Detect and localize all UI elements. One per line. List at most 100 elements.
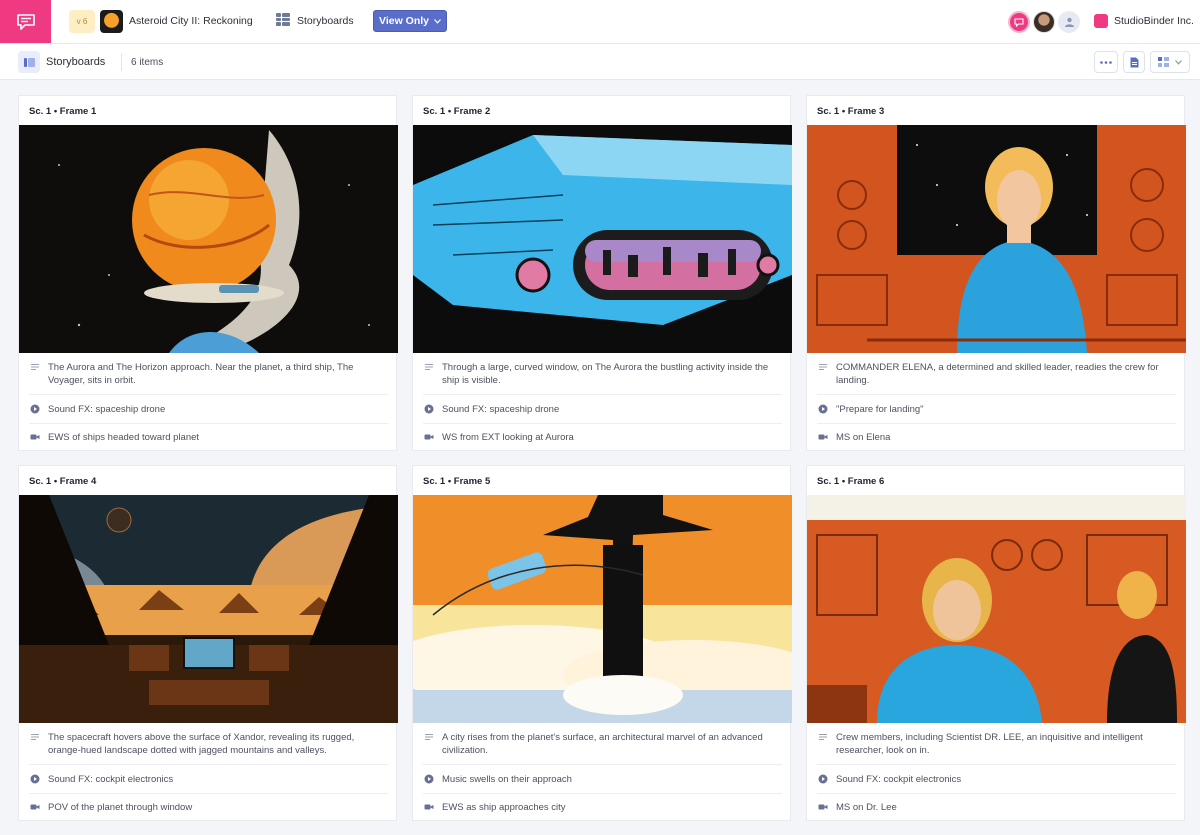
avatar-user[interactable] <box>1033 11 1055 33</box>
camera-icon <box>30 434 40 440</box>
frame-audio: Music swells on their approach <box>442 774 572 785</box>
lines-icon <box>425 734 433 740</box>
frame-audio-row: "Prepare for landing" <box>807 403 1186 416</box>
frame-audio-row: Sound FX: cockpit electronics <box>19 773 398 786</box>
frame-audio: Sound FX: spaceship drone <box>442 404 560 415</box>
divider <box>29 423 388 424</box>
layout-grid-icon <box>1158 57 1169 67</box>
chevron-down-icon <box>434 18 441 24</box>
frame-shot-row: MS on Elena <box>807 431 1186 444</box>
frame-description: A city rises from the planet's surface, … <box>442 732 763 756</box>
frame-audio-row: Sound FX: spaceship drone <box>19 403 398 416</box>
app-logo[interactable] <box>0 0 51 43</box>
frame-shot: MS on Dr. Lee <box>836 802 897 813</box>
frame-description: Crew members, including Scientist DR. LE… <box>836 732 1143 756</box>
divider <box>817 764 1176 765</box>
divider <box>423 394 782 395</box>
avatar-add-user[interactable] <box>1058 11 1080 33</box>
divider <box>817 423 1176 424</box>
lines-icon <box>819 734 827 740</box>
camera-icon <box>424 804 434 810</box>
frame-description: The Aurora and The Horizon approach. Nea… <box>48 362 354 386</box>
view-only-label: View Only <box>379 15 429 27</box>
frame-image[interactable] <box>413 495 792 723</box>
frame-shot: POV of the planet through window <box>48 802 193 813</box>
layout-toggle-button[interactable] <box>1150 51 1190 73</box>
frame-description: Through a large, curved window, on The A… <box>442 362 769 386</box>
lines-icon <box>31 734 39 740</box>
top-bar: v 6 Asteroid City II: Reckoning Storyboa… <box>0 0 1200 44</box>
chevron-down-icon <box>1175 59 1182 65</box>
frame-audio-row: Sound FX: spaceship drone <box>413 403 792 416</box>
frame-shot: MS on Elena <box>836 432 891 443</box>
storyboard-card[interactable]: Sc. 1 • Frame 1 The Aurora and The Horiz… <box>18 95 398 451</box>
frame-shot: EWS as ship approaches city <box>442 802 566 813</box>
divider <box>423 423 782 424</box>
document-icon <box>1130 57 1138 67</box>
play-icon <box>818 404 828 414</box>
play-icon <box>818 774 828 784</box>
more-options-button[interactable] <box>1094 51 1118 73</box>
user-icon <box>1064 17 1074 27</box>
view-only-button[interactable]: View Only <box>373 10 447 32</box>
ellipsis-icon <box>1100 60 1112 64</box>
frame-audio-row: Music swells on their approach <box>413 773 792 786</box>
frame-image[interactable] <box>19 125 398 353</box>
frame-description: The spacecraft hovers above the surface … <box>48 732 355 756</box>
storyboard-card[interactable]: Sc. 1 • Frame 3 COMMANDER ELENA, a deter… <box>806 95 1186 451</box>
frame-description-row: The Aurora and The Horizon approach. Nea… <box>19 361 398 387</box>
play-icon <box>30 404 40 414</box>
frame-label: Sc. 1 • Frame 4 <box>29 476 97 487</box>
frame-description-row: COMMANDER ELENA, a determined and skille… <box>807 361 1186 387</box>
frame-image[interactable] <box>413 125 792 353</box>
storyboards-link[interactable]: Storyboards <box>297 15 354 27</box>
frame-audio: Sound FX: cockpit electronics <box>836 774 962 785</box>
frame-shot-row: EWS as ship approaches city <box>413 801 792 814</box>
divider <box>423 764 782 765</box>
company-logo <box>1094 14 1108 28</box>
play-icon <box>30 774 40 784</box>
chat-bubble-icon <box>16 13 35 30</box>
frame-image[interactable] <box>807 125 1186 353</box>
export-button[interactable] <box>1123 51 1145 73</box>
frame-audio: Sound FX: spaceship drone <box>48 404 166 415</box>
lines-icon <box>425 364 433 370</box>
storyboard-card[interactable]: Sc. 1 • Frame 6 Crew members, including … <box>806 465 1186 821</box>
page-title: Storyboards <box>46 56 106 68</box>
divider <box>817 793 1176 794</box>
storyboard-card[interactable]: Sc. 1 • Frame 4 The spacecraft hovers ab… <box>18 465 398 821</box>
sub-bar: Storyboards 6 items <box>0 44 1200 80</box>
divider <box>423 793 782 794</box>
frame-description-row: Crew members, including Scientist DR. LE… <box>807 731 1186 757</box>
frame-shot-row: MS on Dr. Lee <box>807 801 1186 814</box>
camera-icon <box>818 804 828 810</box>
frame-audio: Sound FX: cockpit electronics <box>48 774 174 785</box>
play-icon <box>424 404 434 414</box>
divider <box>121 53 122 71</box>
company-name[interactable]: StudioBinder Inc. <box>1114 15 1194 27</box>
storyboard-view-icon[interactable] <box>18 51 40 73</box>
camera-icon <box>424 434 434 440</box>
frame-description-row: A city rises from the planet's surface, … <box>413 731 792 757</box>
divider <box>817 394 1176 395</box>
frame-image[interactable] <box>807 495 1186 723</box>
frame-label: Sc. 1 • Frame 3 <box>817 106 885 117</box>
frame-image[interactable] <box>19 495 398 723</box>
frame-label: Sc. 1 • Frame 1 <box>29 106 97 117</box>
item-count: 6 items <box>131 57 164 68</box>
avatar-brand[interactable] <box>1008 11 1030 33</box>
project-title[interactable]: Asteroid City II: Reckoning <box>129 15 253 27</box>
version-badge[interactable]: v 6 <box>69 10 95 33</box>
divider <box>29 793 388 794</box>
divider <box>29 394 388 395</box>
frame-description-row: The spacecraft hovers above the surface … <box>19 731 398 757</box>
camera-icon <box>818 434 828 440</box>
project-thumbnail[interactable] <box>100 10 123 33</box>
storyboard-card[interactable]: Sc. 1 • Frame 2 Through a large, curved … <box>412 95 792 451</box>
lines-icon <box>819 364 827 370</box>
frame-label: Sc. 1 • Frame 5 <box>423 476 491 487</box>
chat-bubble-icon <box>1014 17 1024 27</box>
frame-label: Sc. 1 • Frame 6 <box>817 476 885 487</box>
storyboard-card[interactable]: Sc. 1 • Frame 5 A city rises from the pl… <box>412 465 792 821</box>
camera-icon <box>30 804 40 810</box>
